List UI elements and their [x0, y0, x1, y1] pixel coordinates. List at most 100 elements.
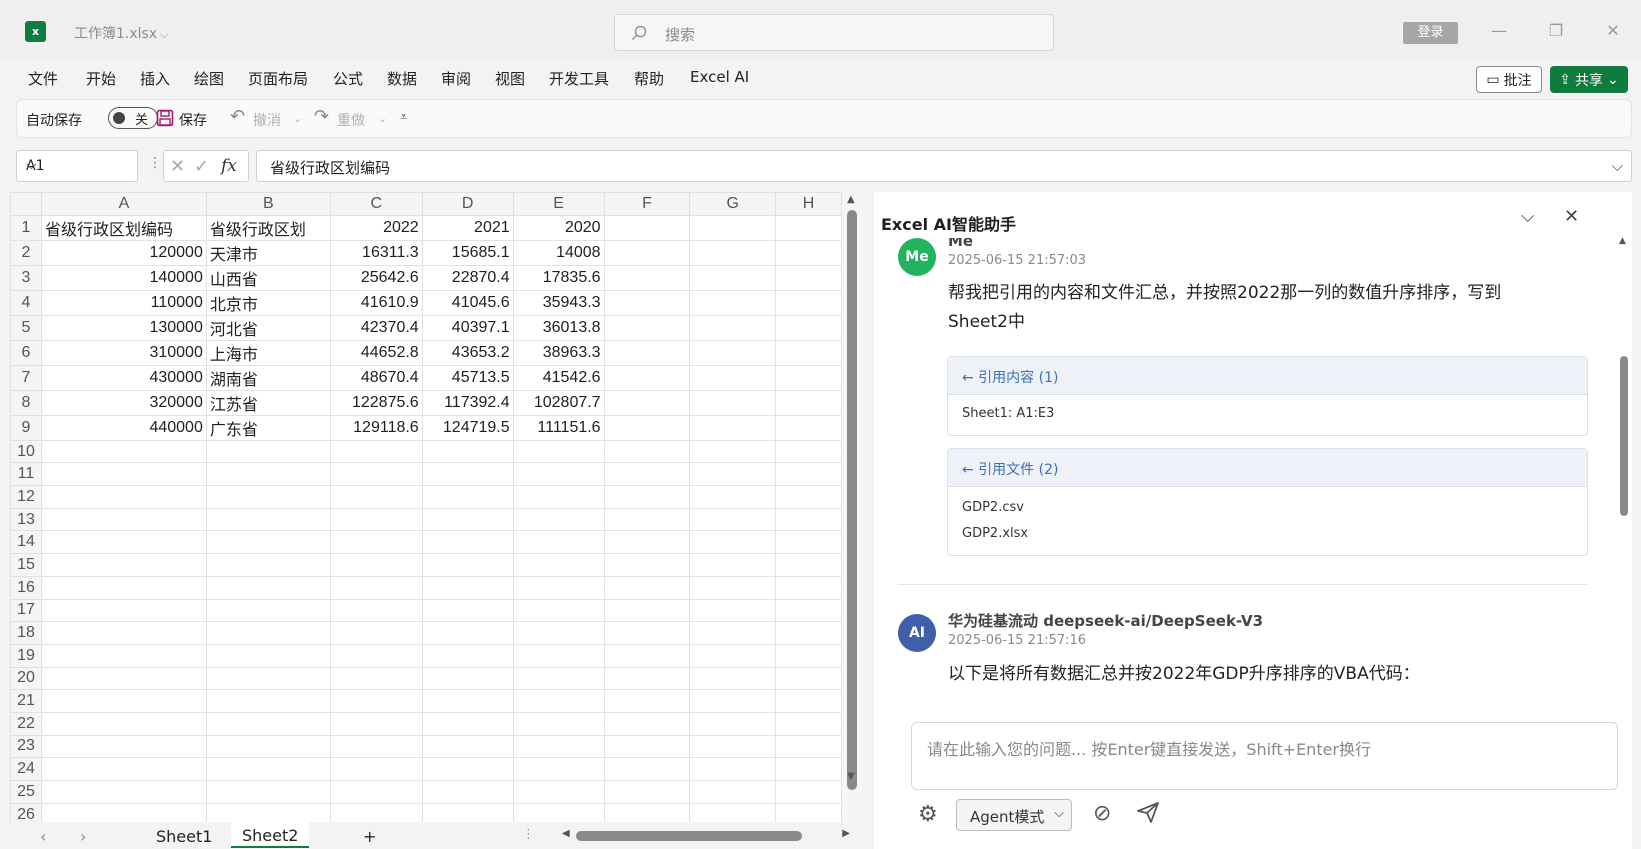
- menu-insert[interactable]: 插入: [140, 68, 170, 89]
- cell[interactable]: [603, 239, 691, 266]
- cell[interactable]: 16311.3: [329, 239, 423, 266]
- column-header[interactable]: E: [512, 192, 605, 216]
- cell[interactable]: 上海市: [205, 339, 331, 366]
- cell[interactable]: [775, 314, 842, 341]
- row-header[interactable]: 23: [10, 734, 42, 759]
- cancel-icon[interactable]: ✕: [170, 156, 185, 177]
- cell[interactable]: [329, 553, 423, 577]
- redo-dropdown-icon[interactable]: ⌄: [378, 112, 387, 125]
- cell[interactable]: [421, 689, 514, 713]
- cell[interactable]: [329, 689, 423, 713]
- cell[interactable]: 北京市: [205, 289, 331, 316]
- cell[interactable]: [775, 439, 842, 464]
- cell[interactable]: 35943.3: [512, 289, 605, 316]
- cell[interactable]: [329, 485, 423, 509]
- cell[interactable]: [775, 289, 842, 316]
- cell[interactable]: [421, 530, 514, 555]
- cell[interactable]: [603, 339, 691, 366]
- cell[interactable]: [40, 643, 207, 668]
- spreadsheet-grid[interactable]: ABCDEFGH 1 省级行政区划编码 省级行政区划 2022 2021 2020 2 120…: [10, 192, 842, 822]
- cell[interactable]: 45713.5: [421, 364, 514, 391]
- cell[interactable]: [689, 264, 777, 291]
- cell[interactable]: [603, 757, 691, 781]
- cell[interactable]: 117392.4: [421, 389, 514, 416]
- cell[interactable]: [775, 734, 842, 759]
- cell[interactable]: [775, 507, 842, 532]
- cell[interactable]: [205, 780, 331, 804]
- gear-icon[interactable]: ⚙: [918, 802, 938, 827]
- menu-data[interactable]: 数据: [387, 68, 417, 89]
- cell[interactable]: [689, 214, 777, 241]
- menu-draw[interactable]: 绘图: [194, 68, 224, 89]
- cell[interactable]: 山西省: [205, 264, 331, 291]
- referenced-files-toggle[interactable]: ← 引用文件 (2): [948, 449, 1587, 487]
- cell[interactable]: [205, 598, 331, 623]
- cell[interactable]: [329, 666, 423, 691]
- cell[interactable]: [329, 439, 423, 464]
- cell[interactable]: [689, 553, 777, 577]
- cell[interactable]: [689, 239, 777, 266]
- cell[interactable]: [205, 439, 331, 464]
- row-header[interactable]: 17: [10, 598, 42, 623]
- cell[interactable]: [512, 507, 605, 532]
- insert-function-icon[interactable]: fx: [221, 156, 237, 176]
- cell[interactable]: [40, 462, 207, 487]
- cell[interactable]: 120000: [40, 239, 207, 266]
- cell[interactable]: [775, 339, 842, 366]
- cell[interactable]: [603, 598, 691, 623]
- cell[interactable]: 48670.4: [329, 364, 423, 391]
- cell[interactable]: [603, 214, 691, 241]
- cell[interactable]: 130000: [40, 314, 207, 341]
- tab-sheet2[interactable]: Sheet2: [231, 822, 310, 848]
- cell[interactable]: [329, 757, 423, 781]
- cell[interactable]: 湖南省: [205, 364, 331, 391]
- cell[interactable]: 41610.9: [329, 289, 423, 316]
- prev-sheet-icon[interactable]: ‹: [40, 827, 46, 846]
- customize-toolbar-icon[interactable]: ⩡: [400, 110, 407, 125]
- cell[interactable]: [603, 575, 691, 600]
- cell[interactable]: [775, 414, 842, 441]
- cell[interactable]: [603, 462, 691, 487]
- scroll-up-icon[interactable]: ▲: [1619, 236, 1626, 246]
- cell[interactable]: [689, 802, 777, 822]
- cell[interactable]: [775, 239, 842, 266]
- redo-button[interactable]: 重做: [337, 110, 365, 130]
- cell[interactable]: [40, 711, 207, 736]
- scroll-thumb[interactable]: [1620, 356, 1628, 516]
- cell[interactable]: [775, 757, 842, 781]
- cell[interactable]: [205, 802, 331, 822]
- cell[interactable]: [603, 643, 691, 668]
- cell[interactable]: [205, 643, 331, 668]
- cell[interactable]: [205, 621, 331, 645]
- cell[interactable]: [205, 507, 331, 532]
- cell[interactable]: [689, 485, 777, 509]
- row-header[interactable]: 24: [10, 757, 42, 781]
- cell[interactable]: [40, 689, 207, 713]
- cell[interactable]: [421, 462, 514, 487]
- next-sheet-icon[interactable]: ›: [80, 827, 86, 846]
- chat-scrollbar[interactable]: ▲: [1617, 236, 1631, 696]
- cell[interactable]: 122875.6: [329, 389, 423, 416]
- row-header[interactable]: 26: [10, 802, 42, 822]
- cell[interactable]: [512, 598, 605, 623]
- cell[interactable]: 22870.4: [421, 264, 514, 291]
- autosave-toggle[interactable]: 关: [108, 107, 158, 129]
- row-header[interactable]: 7: [10, 364, 42, 391]
- menu-home[interactable]: 开始: [86, 68, 116, 89]
- cell[interactable]: [689, 780, 777, 804]
- cell[interactable]: 河北省: [205, 314, 331, 341]
- cell[interactable]: [205, 553, 331, 577]
- cell[interactable]: [512, 780, 605, 804]
- cell[interactable]: 110000: [40, 289, 207, 316]
- cell[interactable]: 省级行政区划: [205, 214, 331, 241]
- row-header[interactable]: 16: [10, 575, 42, 600]
- cell[interactable]: [775, 264, 842, 291]
- cell[interactable]: [689, 364, 777, 391]
- referenced-file-item[interactable]: GDP2.xlsx: [948, 521, 1587, 547]
- formula-input[interactable]: 省级行政区划编码 ⌵: [256, 150, 1632, 182]
- cell[interactable]: [689, 289, 777, 316]
- select-all-corner[interactable]: [10, 192, 42, 216]
- cell[interactable]: 440000: [40, 414, 207, 441]
- column-header[interactable]: B: [205, 192, 331, 216]
- cell[interactable]: [512, 757, 605, 781]
